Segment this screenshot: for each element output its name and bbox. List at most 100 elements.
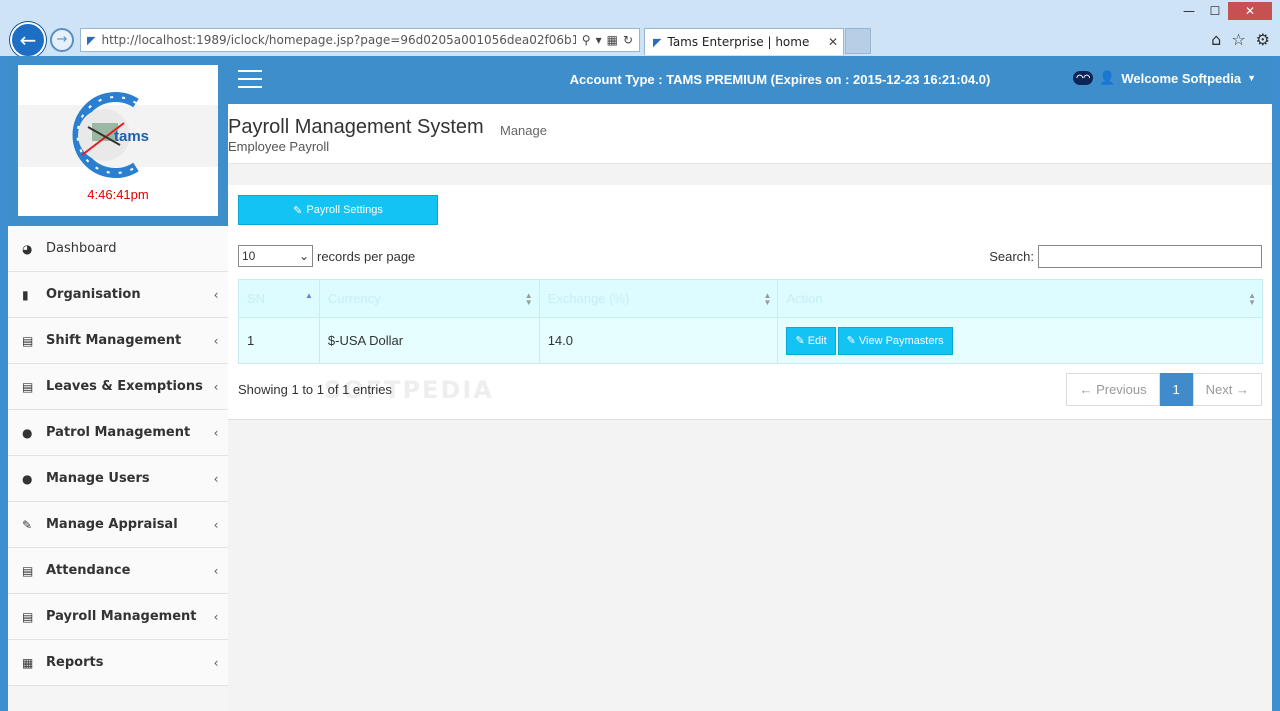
user-icon: ● xyxy=(22,471,33,486)
chevron-left-icon: ‹ xyxy=(213,655,219,670)
list-icon: ▤ xyxy=(22,609,34,624)
sidebar-item-label: Manage Users xyxy=(46,471,150,486)
svg-text:tams: tams xyxy=(114,128,149,145)
column-header-sn[interactable]: SN ▲ xyxy=(238,279,320,318)
welcome-text: Welcome Softpedia xyxy=(1121,70,1242,86)
chevron-left-icon: ‹ xyxy=(213,333,219,348)
sidebar-item-manage-appraisal[interactable]: ✎ Manage Appraisal ‹ xyxy=(8,502,228,548)
dropdown-icon[interactable]: ▾ xyxy=(596,33,602,47)
dashboard-icon: ◕ xyxy=(22,241,33,256)
mask-avatar-icon: ◠◠ xyxy=(1073,71,1094,85)
pencil-icon: ✎ xyxy=(846,335,856,347)
window-controls: — ☐ ✕ xyxy=(1176,2,1272,20)
sidebar: tams 4:46:41pm ◕ Dashboard ▮ Organisation ‹ ▤… xyxy=(8,56,228,711)
sidebar-item-label: Organisation xyxy=(46,287,141,302)
sidebar-item-leaves-exemptions[interactable]: ▤ Leaves & Exemptions ‹ xyxy=(8,364,228,410)
chevron-left-icon: ‹ xyxy=(213,517,219,532)
sidebar-item-payroll-management[interactable]: ▤ Payroll Management ‹ xyxy=(8,594,228,640)
sidebar-item-dashboard[interactable]: ◕ Dashboard xyxy=(8,226,228,272)
pencil-icon: ✎ xyxy=(795,335,805,347)
sidebar-item-manage-users[interactable]: ● Manage Users ‹ xyxy=(8,456,228,502)
records-per-page-select[interactable]: 10 ⌄ xyxy=(238,245,313,267)
sort-icon: ▲ ▼ xyxy=(763,291,772,307)
sort-icon: ▲ ▼ xyxy=(1248,291,1256,307)
page-title: Payroll Management System xyxy=(228,116,484,138)
sidebar-item-shift-management[interactable]: ▤ Shift Management ‹ xyxy=(8,318,228,364)
cell-exchange: 14.0 xyxy=(538,317,779,364)
user-dropdown[interactable]: ◠◠ 👤 Welcome Softpedia ▼ xyxy=(1073,70,1256,86)
forward-button[interactable]: → xyxy=(50,28,74,52)
column-header-exchange[interactable]: Exchange (%) ▲ ▼ xyxy=(538,279,779,318)
next-page-button[interactable]: Next → xyxy=(1192,373,1262,406)
clock-time: 4:46:41pm xyxy=(87,187,149,202)
close-window-button[interactable]: ✕ xyxy=(1228,2,1272,20)
maximize-button[interactable]: ☐ xyxy=(1202,2,1228,20)
list-icon: ▤ xyxy=(22,333,34,348)
page-header: Payroll Management System Manage Employe… xyxy=(228,104,1272,164)
search-icon[interactable]: ⚲ xyxy=(582,33,591,47)
pagination: ← Previous 1 Next → xyxy=(1066,373,1262,406)
sidebar-item-patrol-management[interactable]: ● Patrol Management ‹ xyxy=(8,410,228,456)
browser-tab[interactable]: ◤ Tams Enterprise | home ✕ xyxy=(644,28,844,55)
sort-asc-icon: ▲ xyxy=(305,291,313,300)
sidebar-item-organisation[interactable]: ▮ Organisation ‹ xyxy=(8,272,228,318)
user-icon: 👤 xyxy=(1099,70,1116,85)
tams-clock-logo-icon: tams xyxy=(72,92,149,178)
table-header-row: SN ▲ Currency ▲ ▼ Exchange (%) ▲ ▼ Action ▲ ▼ xyxy=(238,279,1263,318)
sidebar-item-label: Dashboard xyxy=(46,241,117,256)
edit-icon: ✎ xyxy=(22,517,33,532)
url-text: http://localhost:1989/iclock/homepage.js… xyxy=(101,33,575,47)
search-label: Search: xyxy=(989,249,1034,264)
pencil-icon: ✎ xyxy=(293,204,303,217)
payroll-panel: ✎ Payroll Settings 10 ⌄ records per page… xyxy=(228,185,1272,420)
payroll-settings-button[interactable]: ✎ Payroll Settings xyxy=(238,195,438,225)
chevron-left-icon: ‹ xyxy=(213,425,219,440)
sidebar-item-label: Manage Appraisal xyxy=(46,517,178,532)
sidebar-item-attendance[interactable]: ▤ Attendance ‹ xyxy=(8,548,228,594)
breadcrumb: Employee Payroll xyxy=(228,139,330,154)
sort-icon: ▲ ▼ xyxy=(524,291,533,307)
refresh-icon[interactable]: ↻ xyxy=(623,33,633,47)
table-info: Showing 1 to 1 of 1 entries xyxy=(238,382,392,397)
column-header-currency[interactable]: Currency ▲ ▼ xyxy=(318,279,540,318)
logo-area: tams 4:46:41pm xyxy=(8,56,228,226)
chevron-left-icon: ‹ xyxy=(213,609,219,624)
chevron-left-icon: ‹ xyxy=(213,471,219,486)
chevron-left-icon: ‹ xyxy=(213,287,219,302)
sidebar-item-label: Payroll Management xyxy=(46,609,197,624)
briefcase-icon: ▮ xyxy=(22,287,29,302)
address-bar[interactable]: ◤ http://localhost:1989/iclock/homepage.… xyxy=(80,28,640,52)
previous-page-button[interactable]: ← Previous xyxy=(1066,373,1160,406)
view-paymasters-button[interactable]: ✎ View Paymasters xyxy=(837,326,953,355)
top-navbar: Account Type : TAMS PREMIUM (Expires on … xyxy=(228,56,1272,104)
tab-close-icon[interactable]: ✕ xyxy=(823,35,843,49)
search-input[interactable] xyxy=(1038,245,1262,268)
web-page: tams 4:46:41pm ◕ Dashboard ▮ Organisation ‹ ▤… xyxy=(8,56,1272,711)
page-1-button[interactable]: 1 xyxy=(1159,373,1193,406)
home-icon[interactable]: ⌂ xyxy=(1211,30,1221,49)
back-button[interactable]: ← xyxy=(10,22,46,58)
list-icon: ▤ xyxy=(22,563,34,578)
compat-view-icon[interactable]: ▦ xyxy=(607,33,618,47)
sidebar-item-label: Patrol Management xyxy=(46,425,191,440)
table-row: 1 $-USA Dollar 14.0 ✎ Edit ✎ View Paymaster… xyxy=(238,317,1263,364)
records-per-page-label: records per page xyxy=(317,248,416,264)
column-header-action[interactable]: Action ▲ ▼ xyxy=(777,279,1263,318)
select-arrow-icon: ⌄ xyxy=(298,249,309,263)
main-content: Payroll Management System Manage Employe… xyxy=(228,104,1272,711)
cell-action: ✎ Edit ✎ View Paymasters xyxy=(777,317,1263,364)
browser-chrome: — ☐ ✕ ← → ◤ http://localhost:1989/iclock… xyxy=(0,0,1280,58)
chevron-left-icon: ‹ xyxy=(213,379,219,394)
minimize-button[interactable]: — xyxy=(1176,2,1202,20)
favorites-star-icon[interactable]: ☆ xyxy=(1231,30,1245,49)
tab-title: Tams Enterprise | home xyxy=(667,35,810,49)
bar-chart-icon: ▦ xyxy=(22,655,34,670)
sidebar-item-reports[interactable]: ▦ Reports ‹ xyxy=(8,640,228,686)
chevron-left-icon: ‹ xyxy=(213,563,219,578)
edit-button[interactable]: ✎ Edit xyxy=(786,326,836,355)
list-icon: ▤ xyxy=(22,379,34,394)
settings-gear-icon[interactable]: ⚙ xyxy=(1256,30,1270,49)
sidebar-item-label: Leaves & Exemptions xyxy=(46,379,203,394)
new-tab-button[interactable] xyxy=(845,28,871,54)
cell-currency: $-USA Dollar xyxy=(318,317,540,364)
